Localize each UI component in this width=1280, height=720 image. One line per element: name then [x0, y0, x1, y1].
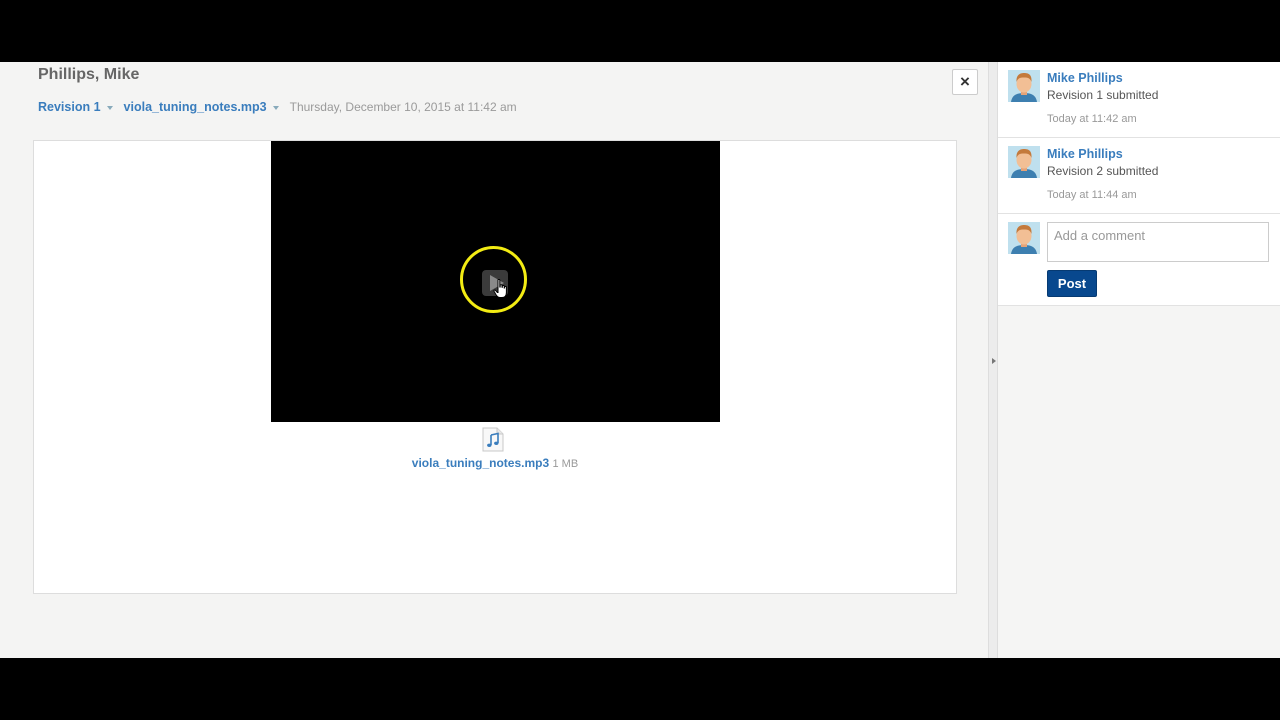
avatar [1008, 70, 1040, 102]
comment-text: Revision 2 submitted [1047, 164, 1159, 178]
file-info: viola_tuning_notes.mp3 1 MB [34, 456, 956, 470]
student-name: Phillips, Mike [38, 66, 140, 83]
pane-resize-handle[interactable] [988, 62, 998, 658]
revision-dropdown[interactable]: Revision 1 [38, 100, 113, 114]
comment-author-link[interactable]: Mike Phillips [1047, 147, 1123, 161]
hand-cursor-icon [493, 279, 507, 298]
comment-input[interactable] [1047, 222, 1269, 262]
comment-item: Mike Phillips Revision 2 submitted Today… [998, 138, 1280, 214]
comment-item: Mike Phillips Revision 1 submitted Today… [998, 62, 1280, 138]
comment-compose: Post [998, 214, 1280, 306]
audio-file-icon [482, 427, 504, 452]
comments-sidebar: Mike Phillips Revision 1 submitted Today… [998, 62, 1280, 658]
file-size: 1 MB [552, 458, 579, 470]
comment-time: Today at 11:42 am [1047, 113, 1137, 125]
close-button[interactable]: × [952, 69, 978, 95]
speedgrader-stage: Phillips, Mike × Revision 1 viola_tuning_… [0, 62, 1280, 658]
submission-meta: Revision 1 viola_tuning_notes.mp3 Thursday… [38, 100, 517, 114]
submission-timestamp: Thursday, December 10, 2015 at 11:42 am [289, 100, 517, 114]
file-preview: viola_tuning_notes.mp3 1 MB [33, 140, 957, 594]
avatar [1008, 222, 1040, 254]
revision-label: Revision 1 [38, 100, 101, 114]
file-dropdown-label: viola_tuning_notes.mp3 [123, 100, 267, 114]
chevron-down-icon [106, 105, 113, 110]
media-player[interactable] [271, 141, 720, 422]
file-download-link[interactable]: viola_tuning_notes.mp3 [412, 456, 549, 470]
comment-text: Revision 1 submitted [1047, 88, 1159, 102]
file-dropdown[interactable]: viola_tuning_notes.mp3 [124, 100, 279, 114]
chevron-down-icon [272, 105, 279, 110]
comment-time: Today at 11:44 am [1047, 189, 1137, 201]
post-button[interactable]: Post [1047, 270, 1097, 297]
comment-author-link[interactable]: Mike Phillips [1047, 71, 1123, 85]
avatar [1008, 146, 1040, 178]
submission-pane: Phillips, Mike × Revision 1 viola_tuning_… [0, 62, 988, 658]
caret-right-icon [992, 358, 996, 364]
